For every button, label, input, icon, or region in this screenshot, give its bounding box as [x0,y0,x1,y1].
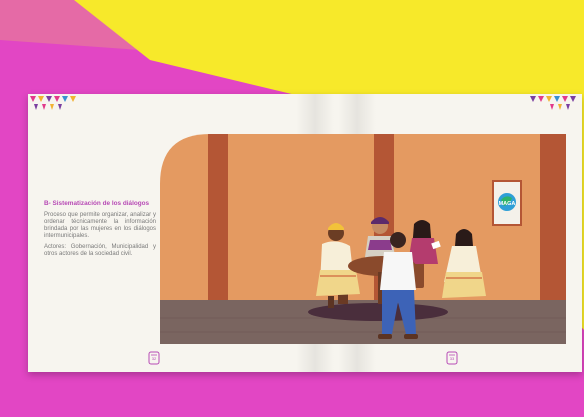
left-page-text: B- Sistematización de los diálogos Proce… [44,200,156,262]
section-actors: Actores: Gobernación, Municipalidad y ot… [44,244,156,257]
section-title: B- Sistematización de los diálogos [44,200,150,207]
wall-pillar [208,134,228,302]
section-paragraph: Proceso que permite organizar, analizar … [44,212,156,239]
maga-sign-text: MAGA [499,201,516,207]
maga-sign: MAGA [492,180,522,226]
page-number-right: 33 [449,356,455,361]
decor-pattern-left-icon [30,96,76,110]
meeting-illustration: MAGA [160,134,566,344]
wall-pillar [540,134,566,302]
decor-pattern-right-icon [530,96,576,110]
page-number-left: 32 [151,356,157,361]
